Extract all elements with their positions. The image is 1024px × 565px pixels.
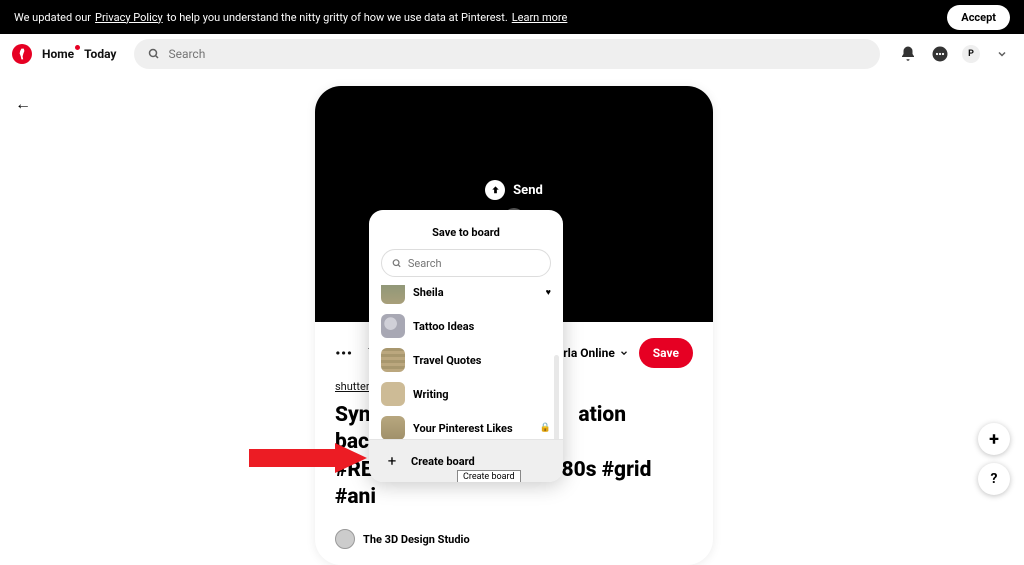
pinterest-logo-icon[interactable] bbox=[12, 44, 32, 64]
privacy-text-prefix: We updated our bbox=[14, 11, 91, 24]
annotation-arrow bbox=[249, 443, 367, 473]
chevron-down-icon[interactable] bbox=[992, 44, 1012, 64]
privacy-banner: We updated our Privacy Policy to help yo… bbox=[0, 0, 1024, 34]
board-thumb bbox=[381, 348, 405, 372]
create-board-button[interactable]: + Create board Create board bbox=[369, 439, 563, 482]
board-name: Sheila bbox=[413, 286, 444, 299]
board-item[interactable]: Travel Quotes bbox=[369, 343, 563, 377]
board-item[interactable]: Sheila ♥ bbox=[369, 285, 563, 309]
popup-title: Save to board bbox=[369, 210, 563, 249]
board-name: Travel Quotes bbox=[413, 354, 481, 367]
board-thumb bbox=[381, 416, 405, 439]
privacy-policy-link[interactable]: Privacy Policy bbox=[95, 11, 163, 24]
board-item[interactable]: Your Pinterest Likes 🔒 bbox=[369, 411, 563, 439]
author-name: The 3D Design Studio bbox=[363, 533, 470, 546]
board-name: Tattoo Ideas bbox=[413, 320, 474, 333]
top-nav: Home Today P bbox=[0, 34, 1024, 74]
board-item[interactable]: Writing bbox=[369, 377, 563, 411]
send-label: Send bbox=[513, 183, 543, 198]
chat-icon[interactable] bbox=[930, 44, 950, 64]
avatar[interactable]: P bbox=[962, 45, 980, 63]
search-input[interactable] bbox=[168, 47, 866, 61]
back-button[interactable]: ← bbox=[15, 94, 31, 114]
tooltip: Create board bbox=[457, 470, 521, 482]
privacy-text-middle: to help you understand the nitty gritty … bbox=[167, 11, 508, 24]
nav-today[interactable]: Today bbox=[84, 47, 116, 61]
send-action[interactable]: Send bbox=[485, 180, 543, 200]
author-row[interactable]: The 3D Design Studio bbox=[335, 529, 693, 549]
save-button[interactable]: Save bbox=[639, 338, 693, 368]
heart-icon: ♥ bbox=[546, 287, 551, 298]
search-icon bbox=[148, 45, 160, 64]
learn-more-link[interactable]: Learn more bbox=[512, 11, 568, 24]
nav-home[interactable]: Home bbox=[42, 47, 74, 61]
board-thumb bbox=[381, 285, 405, 304]
save-to-board-popup: Save to board Sheila ♥ Tattoo Ideas Trav… bbox=[369, 210, 563, 482]
board-name: Writing bbox=[413, 388, 449, 401]
popup-search[interactable] bbox=[381, 249, 551, 277]
more-icon[interactable]: ··· bbox=[335, 343, 352, 364]
create-board-label: Create board bbox=[411, 455, 475, 468]
popup-search-input[interactable] bbox=[408, 257, 540, 270]
send-icon bbox=[485, 180, 505, 200]
author-avatar bbox=[335, 529, 355, 549]
search-bar[interactable] bbox=[134, 39, 880, 69]
accept-button[interactable]: Accept bbox=[947, 5, 1010, 30]
board-list: Sheila ♥ Tattoo Ideas Travel Quotes Writ… bbox=[369, 285, 563, 439]
scrollbar-track bbox=[554, 355, 559, 439]
board-thumb bbox=[381, 382, 405, 406]
lock-icon: 🔒 bbox=[540, 423, 551, 433]
plus-icon: + bbox=[383, 452, 401, 470]
bell-icon[interactable] bbox=[898, 44, 918, 64]
board-item[interactable]: Tattoo Ideas bbox=[369, 309, 563, 343]
help-fab[interactable]: ? bbox=[978, 463, 1010, 495]
board-thumb bbox=[381, 314, 405, 338]
add-fab[interactable]: + bbox=[978, 423, 1010, 455]
board-name: Your Pinterest Likes bbox=[413, 422, 513, 435]
search-icon bbox=[392, 258, 402, 269]
